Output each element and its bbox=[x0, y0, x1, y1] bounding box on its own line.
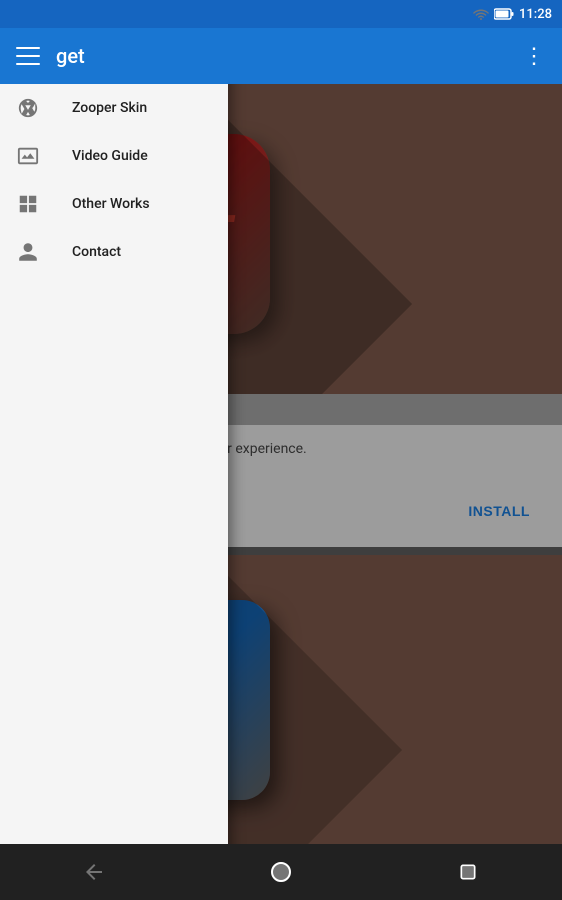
grid-icon bbox=[16, 192, 40, 216]
nav-drawer: Zooper Skin Video Guide Other Works Cont… bbox=[0, 0, 228, 900]
settings-icon bbox=[16, 96, 40, 120]
battery-icon bbox=[494, 8, 514, 20]
drawer-other-works-label: Other Works bbox=[72, 196, 150, 212]
app-bar: get ⋮ bbox=[0, 28, 562, 84]
drawer-zooper-skin-label: Zooper Skin bbox=[72, 100, 147, 116]
status-bar: 11:28 bbox=[0, 0, 562, 28]
status-icons: 11:28 bbox=[473, 7, 552, 22]
bottom-nav-bar bbox=[0, 844, 562, 900]
drawer-item-video-guide[interactable]: Video Guide bbox=[0, 132, 228, 180]
app-title: get bbox=[56, 44, 523, 68]
back-button[interactable] bbox=[64, 844, 124, 900]
recents-button[interactable] bbox=[438, 844, 498, 900]
more-menu-icon[interactable]: ⋮ bbox=[523, 44, 546, 69]
home-button[interactable] bbox=[251, 844, 311, 900]
drawer-contact-label: Contact bbox=[72, 244, 121, 260]
image-icon bbox=[16, 144, 40, 168]
drawer-video-guide-label: Video Guide bbox=[72, 148, 148, 164]
hamburger-icon[interactable] bbox=[16, 47, 40, 65]
drawer-item-zooper-skin[interactable]: Zooper Skin bbox=[0, 84, 228, 132]
drawer-item-other-works[interactable]: Other Works bbox=[0, 180, 228, 228]
drawer-item-contact[interactable]: Contact bbox=[0, 228, 228, 276]
person-icon bbox=[16, 240, 40, 264]
status-time: 11:28 bbox=[519, 7, 552, 22]
wifi-icon bbox=[473, 8, 489, 20]
